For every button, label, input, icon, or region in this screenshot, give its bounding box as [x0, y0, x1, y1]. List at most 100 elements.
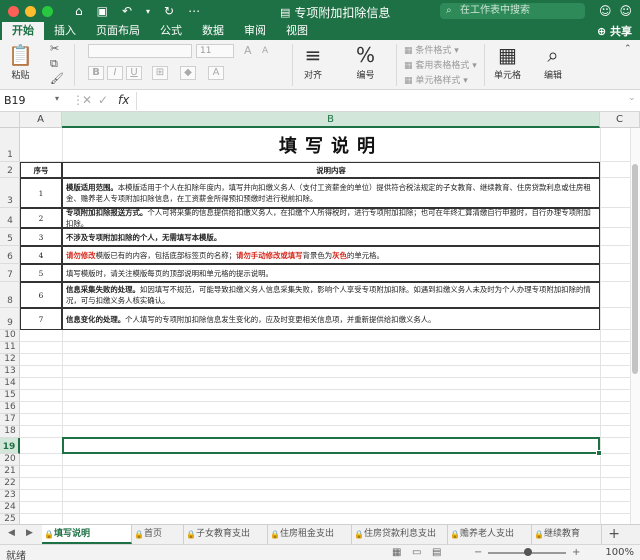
expand-formula-icon[interactable]: ⌄: [628, 93, 636, 103]
select-all-corner[interactable]: [0, 112, 20, 128]
underline-button[interactable]: U: [126, 66, 142, 80]
font-size-select[interactable]: 11: [196, 44, 234, 58]
tab-insert[interactable]: 插入: [44, 22, 86, 40]
font-name-select[interactable]: [88, 44, 192, 58]
zoom-in-icon[interactable]: +: [572, 547, 580, 558]
row-header[interactable]: 9: [0, 308, 20, 330]
prev-sheet-icon[interactable]: ◀: [8, 528, 15, 538]
item-content-cell[interactable]: 模版适用范围。本模版适用于个人在扣除年度内，填写并向扣缴义务人（支付工资薪金的单…: [62, 178, 600, 208]
fill-color-button[interactable]: ◆: [180, 66, 196, 80]
paste-button[interactable]: 📋 粘贴: [8, 42, 33, 81]
align-button[interactable]: ≡ 对齐: [304, 42, 322, 81]
confirm-icon[interactable]: ✓: [98, 93, 108, 107]
next-sheet-icon[interactable]: ▶: [26, 528, 33, 538]
row-header[interactable]: 17: [0, 414, 20, 426]
fill-handle[interactable]: [596, 450, 602, 456]
share-button[interactable]: ⊕ 共享: [597, 23, 632, 39]
tab-review[interactable]: 审阅: [234, 22, 276, 40]
more-icon[interactable]: ⋯: [188, 4, 200, 18]
row-header[interactable]: 13: [0, 366, 20, 378]
item-content-cell[interactable]: 信息变化的处理。个人填写的专项附加扣除信息发生变化的，应及时变更相关信息项，并重…: [62, 308, 600, 330]
item-content-cell[interactable]: 填写模版时，请关注模版每页的顶部说明和单元格的提示说明。: [62, 264, 600, 282]
tab-formulas[interactable]: 公式: [150, 22, 192, 40]
undo-icon[interactable]: ↶: [122, 4, 132, 18]
sheet-tab[interactable]: 🔒 子女教育支出: [184, 525, 268, 544]
item-number-cell[interactable]: 1: [20, 178, 62, 208]
zoom-window-button[interactable]: [42, 5, 53, 17]
row-header[interactable]: 15: [0, 390, 20, 402]
minimize-window-button[interactable]: [25, 5, 36, 17]
row-header[interactable]: 22: [0, 478, 20, 490]
sheet-search-input[interactable]: ⌕ 在工作表中搜索: [440, 3, 585, 19]
header-content-cell[interactable]: 说明内容: [62, 162, 600, 178]
feedback-icon[interactable]: ☺: [619, 4, 632, 18]
home-icon[interactable]: ⌂: [75, 4, 83, 18]
sheet-tab[interactable]: 🔒 住房租金支出: [268, 525, 352, 544]
page-layout-view-icon[interactable]: ▭: [412, 547, 421, 558]
name-box[interactable]: B19: [4, 93, 54, 109]
row-header[interactable]: 2: [0, 162, 20, 178]
normal-view-icon[interactable]: ▦: [392, 547, 401, 558]
column-header-c[interactable]: C: [600, 112, 640, 128]
row-header[interactable]: 24: [0, 502, 20, 514]
header-num-cell[interactable]: 序号: [20, 162, 62, 178]
item-number-cell[interactable]: 2: [20, 208, 62, 228]
increase-font-icon[interactable]: A: [244, 44, 252, 57]
cells-button[interactable]: ▦ 单元格: [494, 42, 521, 81]
item-number-cell[interactable]: 6: [20, 282, 62, 308]
undo-dropdown-icon[interactable]: ▾: [146, 7, 150, 16]
item-number-cell[interactable]: 5: [20, 264, 62, 282]
column-header-b[interactable]: B: [62, 112, 600, 128]
add-sheet-icon[interactable]: +: [608, 526, 620, 542]
row-header[interactable]: 5: [0, 228, 20, 246]
zoom-out-icon[interactable]: −: [474, 547, 482, 558]
row-header[interactable]: 20: [0, 454, 20, 466]
cell-styles-button[interactable]: ▦ 单元格样式 ▾: [404, 73, 468, 86]
row-header[interactable]: 3: [0, 178, 20, 208]
item-number-cell[interactable]: 3: [20, 228, 62, 246]
row-header[interactable]: 1: [0, 128, 20, 162]
sheet-tab[interactable]: 🔒 填写说明: [42, 525, 132, 544]
zoom-slider-knob[interactable]: [524, 548, 532, 556]
row-header[interactable]: 18: [0, 426, 20, 438]
row-header[interactable]: 6: [0, 246, 20, 264]
vertical-scroll-thumb[interactable]: [632, 164, 638, 374]
sheet-tab[interactable]: 🔒 继续教育: [532, 525, 602, 544]
cut-icon[interactable]: ✂: [50, 42, 59, 55]
save-icon[interactable]: ▣: [97, 4, 108, 18]
item-content-cell[interactable]: 请勿修改模版已有的内容，包括底部标签页的名称；请勿手动修改或填写背景色为灰色的单…: [62, 246, 600, 264]
row-header[interactable]: 11: [0, 342, 20, 354]
item-content-cell[interactable]: 专项附加扣除报送方式。个人可将采集的信息提供给扣缴义务人，在扣缴个人所得税时，进…: [62, 208, 600, 228]
collapse-ribbon-icon[interactable]: ⌃: [624, 44, 632, 54]
number-format-button[interactable]: % 编号: [356, 42, 375, 81]
row-header[interactable]: 8: [0, 282, 20, 308]
row-header[interactable]: 10: [0, 330, 20, 342]
item-content-cell[interactable]: 信息采集失败的处理。如因填写不规范，可能导致扣缴义务人信息采集失败，影响个人享受…: [62, 282, 600, 308]
user-icon[interactable]: ☺: [599, 4, 612, 18]
item-number-cell[interactable]: 4: [20, 246, 62, 264]
row-header[interactable]: 25: [0, 514, 20, 524]
italic-button[interactable]: I: [107, 66, 123, 80]
row-header[interactable]: 19: [0, 438, 20, 454]
row-header[interactable]: 12: [0, 354, 20, 366]
sheet-tab[interactable]: 🔒 首页: [132, 525, 184, 544]
item-number-cell[interactable]: 7: [20, 308, 62, 330]
sheet-tab[interactable]: 🔒 赡养老人支出: [448, 525, 532, 544]
row-header[interactable]: 23: [0, 490, 20, 502]
close-window-button[interactable]: [8, 5, 19, 17]
redo-icon[interactable]: ↻: [164, 4, 174, 18]
cancel-icon[interactable]: ✕: [82, 93, 92, 107]
row-header[interactable]: 4: [0, 208, 20, 228]
vertical-scrollbar[interactable]: [630, 128, 640, 524]
tab-view[interactable]: 视图: [276, 22, 318, 40]
spreadsheet-grid[interactable]: A B C 1 2 3 4 5 6 7 8 9 10 11 12 13 14 15 16 17 18 19 20 21 2…: [0, 112, 640, 524]
row-header[interactable]: 7: [0, 264, 20, 282]
format-as-table-button[interactable]: ▦ 套用表格格式 ▾: [404, 58, 477, 71]
function-icon[interactable]: fx: [118, 93, 129, 107]
page-break-view-icon[interactable]: ▤: [432, 547, 441, 558]
font-color-button[interactable]: A: [208, 66, 224, 80]
decrease-font-icon[interactable]: A: [262, 46, 268, 56]
borders-button[interactable]: ⊞: [152, 66, 168, 80]
bold-button[interactable]: B: [88, 66, 104, 80]
conditional-format-button[interactable]: ▦ 条件格式 ▾: [404, 43, 459, 56]
